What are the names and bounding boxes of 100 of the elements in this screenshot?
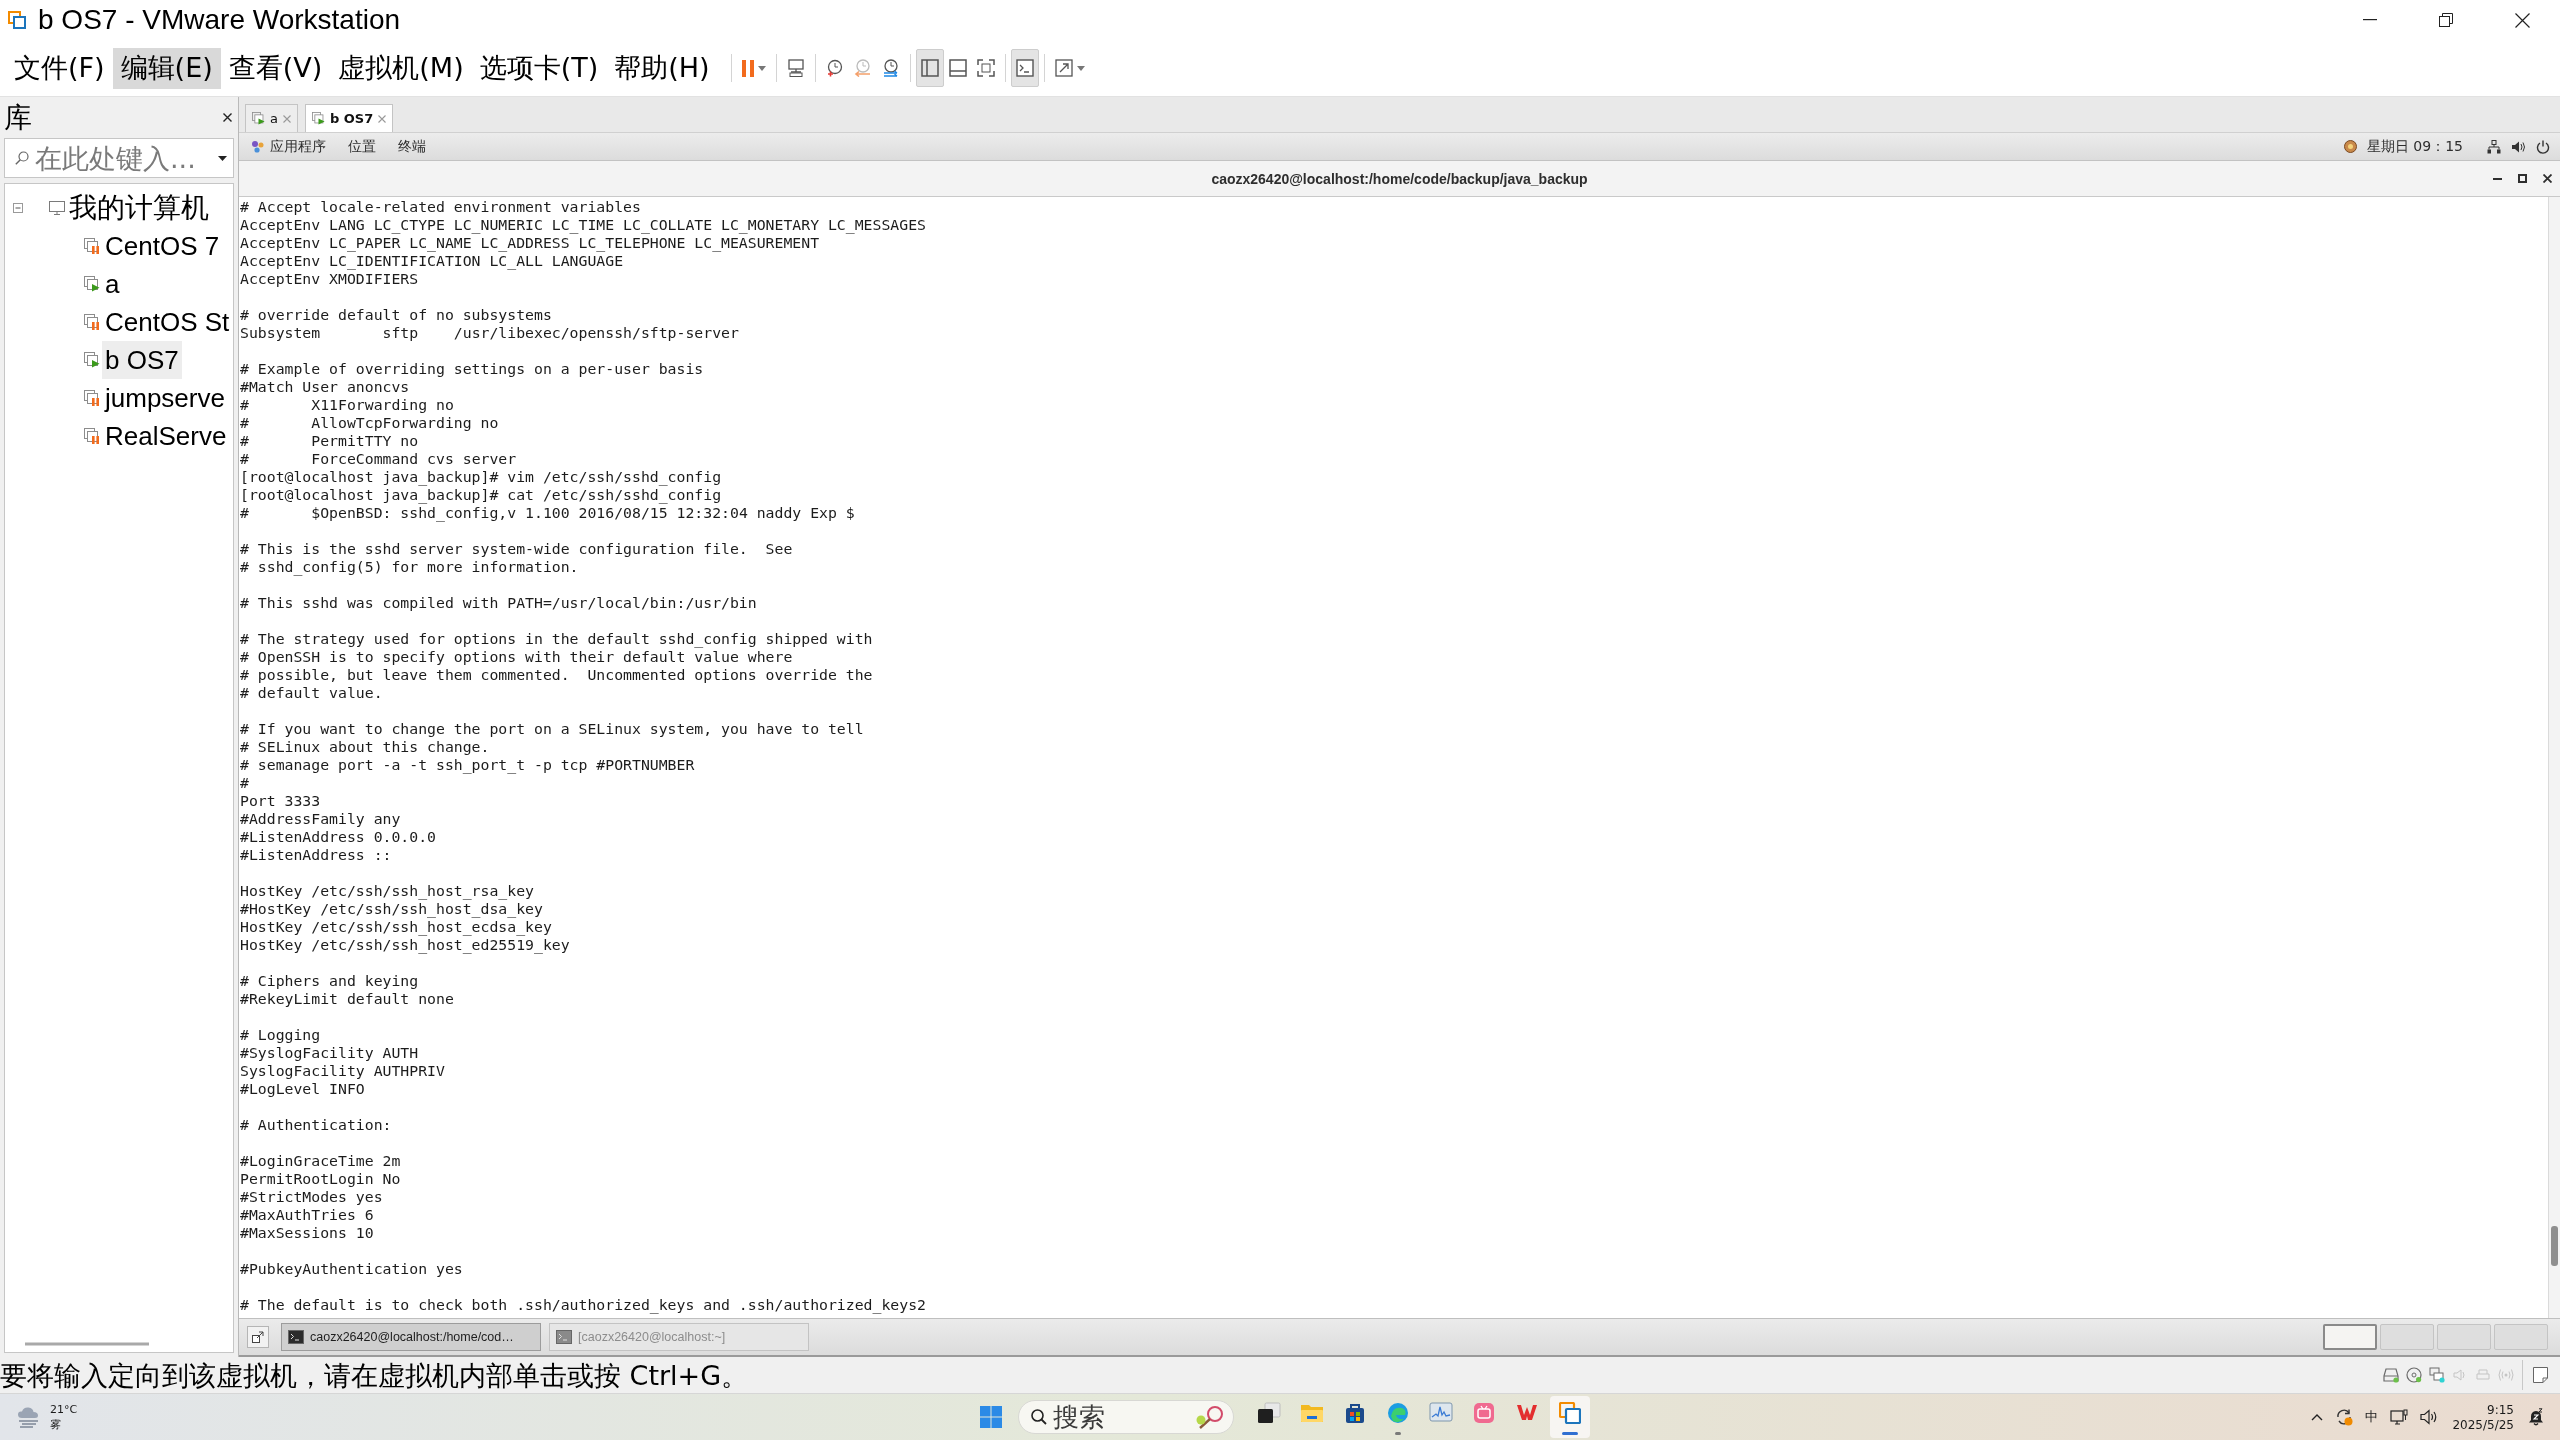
printer-icon [2475, 1367, 2491, 1383]
menu-item[interactable]: 选项卡(T) [471, 47, 607, 89]
menu-item[interactable]: 编辑(E) [112, 47, 221, 89]
terminal-line: # Example of overriding settings on a per-user basis [240, 360, 705, 378]
terminal-line: # semanage port -a -t ssh_port_t -p tcp #PORTNUMBER [240, 756, 696, 774]
terminal-line: # Accept locale-related environment variables [240, 198, 642, 216]
window-title: b OS7 - VMware Workstation [38, 6, 401, 34]
maximize-icon [2518, 174, 2527, 183]
taskbar-search-field[interactable]: 搜索 [1017, 1400, 1234, 1434]
vm-logo-icon [1558, 1402, 1581, 1424]
vm-tab[interactable]: a [245, 104, 298, 132]
terminal-line: SyslogFacility AUTHPRIV [240, 1062, 446, 1080]
close-button[interactable] [2541, 172, 2554, 185]
terminal-line: #HostKey /etc/ssh/ssh_host_dsa_key [240, 900, 544, 918]
show-desktop-button[interactable] [247, 1326, 269, 1348]
terminal-line: PermitRootLogin No [240, 1170, 402, 1188]
power-icon [2536, 139, 2550, 154]
terminal-line: # [240, 774, 250, 792]
clock-date: 2025/5/25 [2452, 1417, 2514, 1432]
terminal-line: AcceptEnv LC_PAPER LC_NAME LC_ADDRESS LC_TELEPHONE LC_MEASUREMENT [240, 234, 821, 252]
terminal-line: # default value. [240, 684, 384, 702]
clock-time: 9:15 [2487, 1402, 2514, 1417]
terminal-line: #MaxAuthTries 6 [240, 1206, 375, 1224]
sync-icon [2335, 1408, 2354, 1426]
tree-item[interactable]: CentOS St [102, 303, 233, 341]
computer-icon [49, 200, 65, 216]
vm-play-icon [252, 112, 265, 125]
terminal-line: AcceptEnv XMODIFIERS [240, 270, 420, 288]
clock-arrow-icon [853, 59, 872, 77]
terminal-line: #StrictModes yes [240, 1188, 384, 1206]
restore-icon [2439, 13, 2453, 27]
terminal-icon [288, 1330, 304, 1344]
window-list-button[interactable]: caozx26420@localhost:/home/cod… [281, 1323, 541, 1351]
menu-item[interactable]: 文件(F) [6, 47, 113, 89]
maximize-button[interactable] [2516, 172, 2529, 185]
close-library-button[interactable] [221, 111, 234, 124]
taskbar-search-input[interactable]: 搜索 [1052, 1402, 1189, 1432]
terminal-line: #LogLevel INFO [240, 1080, 366, 1098]
browser-icon [1386, 1402, 1409, 1424]
tree-item[interactable]: 我的计算机 [66, 189, 212, 227]
terminal-title: caozx26420@localhost:/home/code/backup/java_backup [1211, 170, 1588, 187]
menu-item[interactable]: 查看(V) [220, 47, 331, 89]
taskbar-clock[interactable]: 9:15 2025/5/25 [2450, 1402, 2516, 1432]
terminal-line: Subsystem sftp /usr/libexec/openssh/sftp-server [240, 324, 740, 342]
vm-play-icon [311, 112, 325, 125]
guest-menu[interactable]: 位置 [348, 137, 376, 156]
weather-temperature: 21°C [50, 1402, 78, 1417]
task-view-icon [1256, 1402, 1281, 1424]
tree-item[interactable]: b OS7 [102, 341, 182, 379]
sound-icon [2452, 1367, 2468, 1383]
terminal-line: # OpenSSH is to specify options with their default value where [240, 648, 794, 666]
terminal-line: # The default is to check both .ssh/authorized_keys and .ssh/authorized_keys2 [240, 1296, 927, 1314]
desktop-computer-icon [786, 59, 805, 77]
terminal-line: # PermitTTY no [240, 432, 420, 450]
fullscreen-icon [976, 59, 995, 77]
terminal-line: # Ciphers and keying [240, 972, 420, 990]
guest-menu[interactable]: 终端 [398, 137, 426, 156]
orb-icon [2343, 140, 2357, 153]
terminal-line: # ForceCommand cvs server [240, 450, 518, 468]
close-icon [223, 113, 232, 122]
tree-item[interactable]: RealServe [102, 417, 230, 455]
tree-item[interactable]: CentOS 7 [102, 227, 223, 265]
terminal-line: # possible, but leave them commented. Uncommented options override the [240, 666, 874, 684]
terminal-line: #Match User anoncvs [240, 378, 411, 396]
terminal-line: # This sshd was compiled with PATH=/usr/local/bin:/usr/bin [240, 594, 758, 612]
input-method-button[interactable]: 中 [2365, 1408, 2379, 1426]
scrollbar-thumb[interactable] [2551, 1225, 2558, 1266]
terminal-line: #PubkeyAuthentication yes [240, 1260, 464, 1278]
close-icon [378, 114, 387, 123]
menu-item[interactable]: 虚拟机(M) [330, 47, 472, 89]
terminal-line: # AllowTcpForwarding no [240, 414, 500, 432]
terminal-line: #AddressFamily any [240, 810, 402, 828]
guest-clock[interactable]: 星期日 09：15 [2366, 137, 2463, 156]
terminal-line: #SyslogFacility AUTH [240, 1044, 420, 1062]
vm-tab[interactable]: b OS7 [304, 104, 394, 132]
store-bag-icon [1343, 1402, 1366, 1424]
console-view-button[interactable] [1010, 49, 1039, 87]
menu-item[interactable]: 帮助(H) [606, 47, 718, 89]
close-icon [282, 114, 291, 123]
network-adapter-icon [2429, 1367, 2445, 1383]
minimize-icon [2493, 177, 2502, 180]
terminal-line: HostKey /etc/ssh/ssh_host_ed25519_key [240, 936, 571, 954]
search-field[interactable]: 在此处键入... [4, 138, 234, 178]
tree-item[interactable]: jumpserve [102, 379, 228, 417]
chevron-up-icon [2311, 1413, 2324, 1421]
clock-arrows-icon [881, 59, 900, 77]
note-icon [2533, 1367, 2548, 1383]
bottom-bar-layout-icon [948, 59, 967, 77]
tree-item[interactable]: a [102, 265, 123, 303]
sidebar-layout-icon [920, 59, 939, 77]
terminal-line: Port 3333 [240, 792, 322, 810]
workspace-button[interactable] [2323, 1324, 2377, 1350]
windows-logo-icon [979, 1406, 1002, 1428]
terminal-line: # override default of no subsystems [240, 306, 553, 324]
terminal-line: #RekeyLimit default none [240, 990, 455, 1008]
close-icon [2543, 174, 2552, 183]
guest-menu[interactable]: 应用程序 [251, 137, 326, 156]
terminal-line: # If you want to change the port on a SELinux system, you have to tell [240, 720, 865, 738]
terminal-line: #ListenAddress 0.0.0.0 [240, 828, 437, 846]
view-button[interactable] [915, 49, 944, 87]
